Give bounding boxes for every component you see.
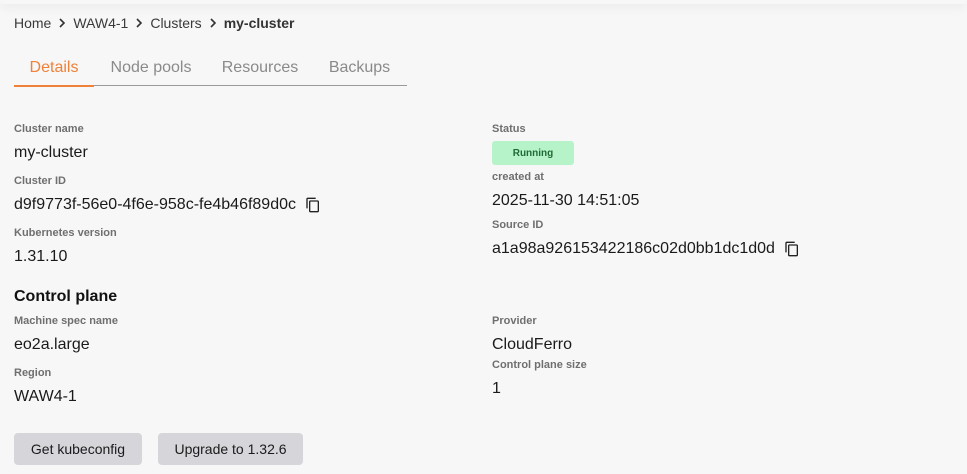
breadcrumb-clusters[interactable]: Clusters [150, 15, 201, 31]
tab-bar: Details Node pools Resources Backups [14, 50, 407, 87]
breadcrumb-region[interactable]: WAW4-1 [73, 15, 128, 31]
cluster-id-row: d9f9773f-56e0-4f6e-958c-fe4b46f89d0c [14, 196, 322, 214]
region-value: WAW4-1 [14, 388, 77, 405]
get-kubeconfig-button[interactable]: Get kubeconfig [14, 433, 142, 465]
source-id-label: Source ID [492, 219, 544, 231]
created-at-label: created at [492, 171, 544, 183]
cluster-name-value: my-cluster [14, 144, 88, 161]
chevron-right-icon [51, 17, 73, 29]
provider-value: CloudFerro [492, 336, 573, 353]
control-plane-title: Control plane [14, 288, 118, 305]
tab-details[interactable]: Details [14, 50, 94, 87]
breadcrumb-home[interactable]: Home [14, 15, 51, 31]
tab-backups[interactable]: Backups [312, 50, 407, 86]
source-id-row: a1a98a926153422186c02d0bb1dc1d0d [492, 240, 801, 258]
kubernetes-version-label: Kubernetes version [14, 227, 117, 239]
copy-icon[interactable] [304, 196, 322, 214]
control-plane-size-value: 1 [492, 380, 501, 397]
tab-node-pools[interactable]: Node pools [94, 50, 208, 86]
status-badge: Running [492, 141, 574, 165]
cluster-id-label: Cluster ID [14, 175, 66, 187]
cluster-name-label: Cluster name [14, 123, 84, 135]
machine-spec-value: eo2a.large [14, 336, 90, 353]
machine-spec-label: Machine spec name [14, 315, 118, 327]
status-label: Status [492, 123, 526, 135]
tab-resources[interactable]: Resources [208, 50, 312, 86]
upgrade-button[interactable]: Upgrade to 1.32.6 [158, 433, 303, 465]
provider-label: Provider [492, 315, 537, 327]
region-label: Region [14, 367, 52, 379]
top-bar-shadow [0, 0, 967, 4]
breadcrumb-current: my-cluster [223, 15, 295, 31]
chevron-right-icon [202, 17, 224, 29]
chevron-right-icon [128, 17, 150, 29]
copy-icon[interactable] [783, 240, 801, 258]
control-plane-size-label: Control plane size [492, 359, 587, 371]
breadcrumb: Home WAW4-1 Clusters my-cluster [14, 14, 295, 32]
created-at-value: 2025-11-30 14:51:05 [492, 192, 640, 209]
source-id-value: a1a98a926153422186c02d0bb1dc1d0d [492, 240, 775, 257]
cluster-id-value: d9f9773f-56e0-4f6e-958c-fe4b46f89d0c [14, 196, 296, 213]
kubernetes-version-value: 1.31.10 [14, 248, 68, 265]
